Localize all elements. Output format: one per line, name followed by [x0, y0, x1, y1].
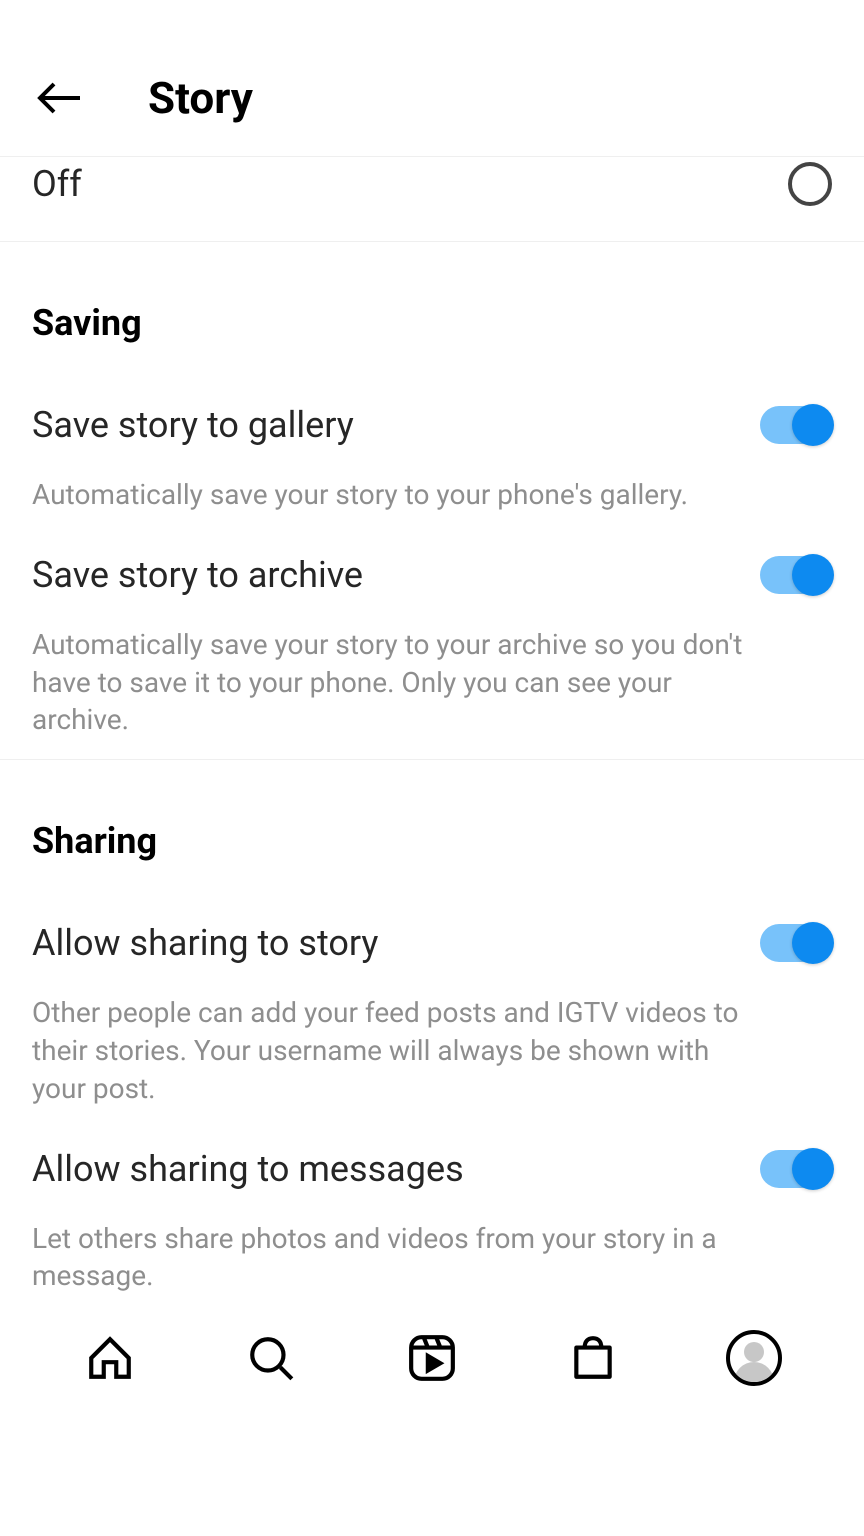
- nav-search[interactable]: [243, 1330, 299, 1386]
- save-gallery-toggle[interactable]: [760, 406, 832, 444]
- save-gallery-item: Save story to gallery Automatically save…: [0, 364, 864, 514]
- allow-story-toggle[interactable]: [760, 924, 832, 962]
- profile-icon: [726, 1330, 782, 1386]
- allow-story-item: Allow sharing to story Other people can …: [0, 882, 864, 1107]
- allow-messages-item: Allow sharing to messages Let others sha…: [0, 1108, 864, 1296]
- saving-section: Saving Save story to gallery Automatical…: [0, 242, 864, 760]
- save-gallery-desc: Automatically save your story to your ph…: [32, 476, 752, 514]
- sharing-section-title: Sharing: [0, 760, 864, 882]
- save-archive-toggle[interactable]: [760, 556, 832, 594]
- nav-reels[interactable]: [404, 1330, 460, 1386]
- save-gallery-label: Save story to gallery: [32, 404, 354, 446]
- shop-icon: [568, 1333, 618, 1383]
- nav-profile[interactable]: [726, 1330, 782, 1386]
- allow-messages-desc: Let others share photos and videos from …: [32, 1220, 752, 1296]
- bottom-nav: [0, 1330, 864, 1386]
- save-archive-item: Save story to archive Automatically save…: [0, 514, 864, 739]
- allow-messages-toggle[interactable]: [760, 1150, 832, 1188]
- arrow-left-icon: [36, 74, 84, 122]
- allow-story-desc: Other people can add your feed posts and…: [32, 994, 752, 1107]
- back-button[interactable]: [32, 70, 88, 126]
- off-option-row[interactable]: Off: [0, 157, 864, 242]
- save-archive-label: Save story to archive: [32, 554, 363, 596]
- sharing-section: Sharing Allow sharing to story Other peo…: [0, 760, 864, 1315]
- off-label: Off: [32, 163, 82, 205]
- nav-home[interactable]: [82, 1330, 138, 1386]
- allow-messages-label: Allow sharing to messages: [32, 1148, 464, 1190]
- page-header: Story: [0, 0, 864, 157]
- radio-icon[interactable]: [788, 162, 832, 206]
- page-title: Story: [148, 72, 253, 124]
- search-icon: [246, 1333, 296, 1383]
- nav-shop[interactable]: [565, 1330, 621, 1386]
- reels-icon: [407, 1333, 457, 1383]
- allow-story-label: Allow sharing to story: [32, 922, 378, 964]
- home-icon: [85, 1333, 135, 1383]
- saving-section-title: Saving: [0, 242, 864, 364]
- save-archive-desc: Automatically save your story to your ar…: [32, 626, 752, 739]
